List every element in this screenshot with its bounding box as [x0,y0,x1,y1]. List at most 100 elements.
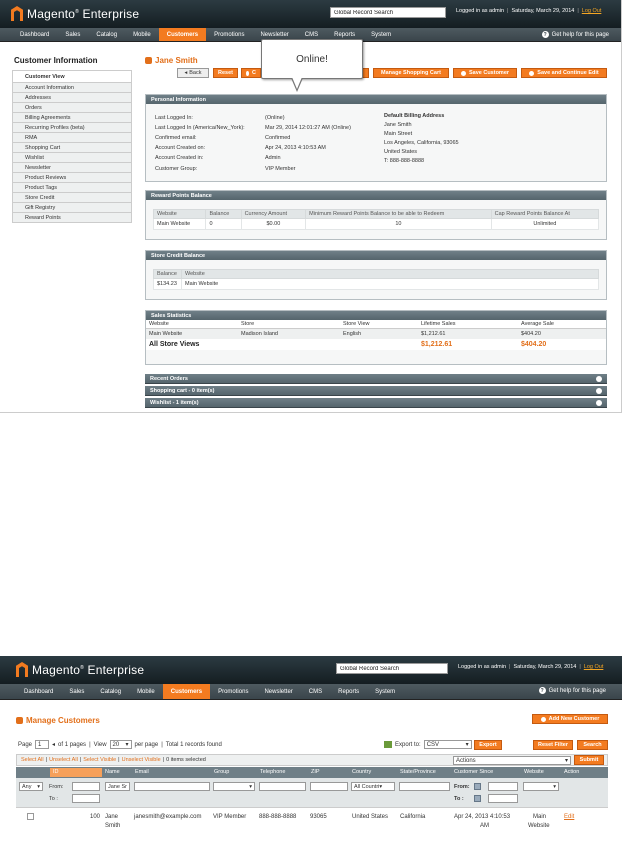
sidebar-item-billing-agreements[interactable]: Billing Agreements [12,113,132,123]
filter-email-input[interactable] [134,782,210,791]
column-header: Currency Amount [240,209,307,219]
unselect-all-link[interactable]: Unselect All [49,757,78,763]
nav-reports[interactable]: Reports [330,684,367,699]
reset-button[interactable]: Reset [213,68,238,78]
filter-group-select[interactable]: ▾ [213,782,255,791]
filter-massaction-select[interactable]: Any ▾ [19,782,43,791]
column-header: Balance [205,209,242,219]
wishlist-toggle[interactable]: Wishlist - 1 item(s) [145,398,607,408]
actions-select[interactable]: Actions ▾ [453,756,571,765]
reset-filter-button[interactable]: Reset Filter [533,740,573,750]
nav-dashboard[interactable]: Dashboard [12,28,57,41]
filter-state-input[interactable] [399,782,450,791]
submit-button[interactable]: Submit [574,755,604,765]
prev-page-icon[interactable]: ◂ [52,741,55,748]
filter-zip-input[interactable] [310,782,348,791]
select-all-link[interactable]: Select All [21,757,44,763]
sidebar-item-store-credit[interactable]: Store Credit [12,193,132,203]
nav-cms[interactable]: CMS [301,684,330,699]
nav-catalog[interactable]: Catalog [92,684,129,699]
per-page-select[interactable]: 20 ▾ [109,740,132,749]
edit-link[interactable]: Edit [564,814,574,820]
add-new-customer-button[interactable]: Add New Customer [532,714,608,724]
nav-system[interactable]: System [367,684,403,699]
totals-row: All Store Views $1,212.61 $404.20 [146,339,606,350]
nav-dashboard[interactable]: Dashboard [16,684,61,699]
column-header-telephone[interactable]: Telephone [260,769,285,775]
sidebar-item-addresses[interactable]: Addresses [12,93,132,103]
sidebar-item-customer-view[interactable]: Customer View [12,71,132,83]
select-visible-link[interactable]: Select Visible [83,757,116,763]
logout-link[interactable]: Log Out [584,664,604,670]
export-format-select[interactable]: CSV ▾ [423,740,472,749]
chevron-down-icon: ▾ [379,783,383,790]
column-header: Website [146,320,238,329]
save-customer-button[interactable]: Save Customer [453,68,517,78]
filter-country-select[interactable]: All Countri ▾ [351,782,395,791]
column-header: Balance [153,269,182,279]
sidebar-item-product-reviews[interactable]: Product Reviews [12,173,132,183]
nav-mobile[interactable]: Mobile [125,28,159,41]
nav-customers[interactable]: Customers [158,28,207,41]
online-callout: Online! [261,39,363,79]
create-order-button[interactable]: C [241,68,261,78]
column-header-group[interactable]: Group [214,769,229,775]
column-header-country[interactable]: Country [352,769,371,775]
nav-promotions[interactable]: Promotions [206,28,252,41]
sidebar-item-shopping-cart[interactable]: Shopping Cart [12,143,132,153]
column-header-name[interactable]: Name [105,769,120,775]
nav-mobile[interactable]: Mobile [129,684,163,699]
filter-id-from[interactable] [72,782,100,791]
filter-since-to[interactable] [488,794,518,803]
back-button[interactable]: ◂ Back [177,68,209,78]
help-link[interactable]: ? Get help for this page [541,31,609,38]
save-continue-button[interactable]: Save and Continue Edit [521,68,607,78]
sidebar-item-newsletter[interactable]: Newsletter [12,163,132,173]
nav-promotions[interactable]: Promotions [210,684,256,699]
sidebar-item-recurring-profiles[interactable]: Recurring Profiles (beta) [12,123,132,133]
global-search-input[interactable] [330,7,446,18]
row-checkbox[interactable] [27,813,34,820]
logout-link[interactable]: Log Out [582,8,602,14]
calendar-icon[interactable] [474,795,481,802]
recent-orders-toggle[interactable]: Recent Orders [145,374,607,384]
filter-name-input[interactable]: Jane Sr [105,782,130,791]
calendar-icon[interactable] [474,783,481,790]
sidebar-item-gift-registry[interactable]: Gift Registry [12,203,132,213]
customer-view-screenshot: Magento® Enterprise Logged in as admin|S… [0,0,622,413]
global-search-input[interactable] [336,663,448,674]
nav-customers[interactable]: Customers [162,684,211,699]
help-link[interactable]: ? Get help for this page [538,687,606,694]
sidebar-item-reward-points[interactable]: Reward Points [12,213,132,223]
manage-shopping-cart-button[interactable]: Manage Shopping Cart [373,68,449,78]
export-button[interactable]: Export [474,740,502,750]
column-header-id[interactable]: ID [50,768,102,777]
page-input[interactable]: 1 [35,740,50,749]
column-header-email[interactable]: Email [135,769,149,775]
column-header-website[interactable]: Website [524,769,544,775]
pager: Page 1 ◂ of 1 pages | View 20 ▾ per page … [18,740,222,749]
unselect-visible-link[interactable]: Unselect Visible [122,757,161,763]
filter-id-to[interactable] [72,794,100,803]
filter-telephone-input[interactable] [259,782,306,791]
column-header-state[interactable]: State/Province [400,769,436,775]
sidebar-item-orders[interactable]: Orders [12,103,132,113]
nav-sales[interactable]: Sales [61,684,92,699]
column-header-customer-since[interactable]: Customer Since [454,769,493,775]
billing-line: Jane Smith [384,122,412,128]
filter-website-select[interactable]: ▾ [523,782,559,791]
nav-newsletter[interactable]: Newsletter [256,684,300,699]
filter-since-from[interactable] [488,782,518,791]
nav-catalog[interactable]: Catalog [88,28,125,41]
sidebar-item-wishlist[interactable]: Wishlist [12,153,132,163]
sidebar-item-product-tags[interactable]: Product Tags [12,183,132,193]
column-header-zip[interactable]: ZIP [311,769,320,775]
search-button[interactable]: Search [577,740,608,750]
sidebar-item-account-information[interactable]: Account Information [12,83,132,93]
shopping-cart-toggle[interactable]: Shopping cart - 0 item(s) [145,386,607,396]
column-header: Website [152,209,207,219]
nav-sales[interactable]: Sales [57,28,88,41]
sidebar-item-rma[interactable]: RMA [12,133,132,143]
table-row: $134.23 Main Website [153,278,599,290]
nav-system[interactable]: System [363,28,399,41]
